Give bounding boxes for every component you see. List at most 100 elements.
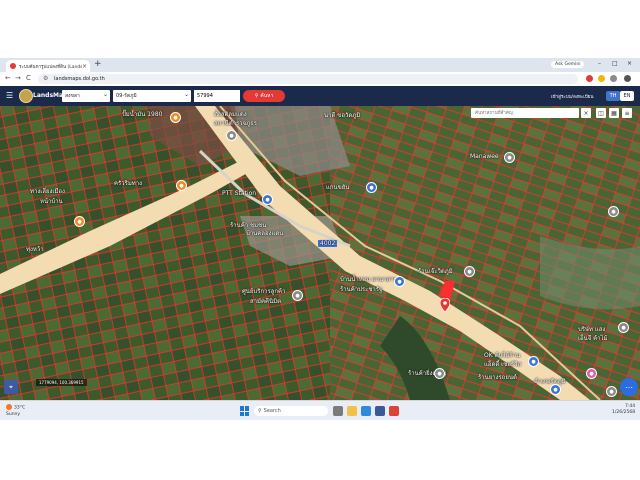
place-icon[interactable]: ● <box>618 322 629 333</box>
compass-icon[interactable]: ⌖ <box>4 380 18 394</box>
map-label: สามัคคีนิมิต <box>250 298 281 305</box>
tab-title: ระบบค้นหารูปแปลงที่ดิน (LandsMaps) <box>19 64 82 70</box>
chevron-down-icon: ⌄ <box>183 91 189 98</box>
shop-icon[interactable]: ● <box>550 384 561 395</box>
satellite-map <box>0 106 640 400</box>
map-label: ร้านเจ๊ะวิดภูมิ <box>418 268 453 275</box>
sun-icon <box>6 404 12 410</box>
parcel-number-input[interactable] <box>194 90 240 102</box>
clock-date: 1/26/2568 <box>612 410 636 415</box>
browser-tab[interactable]: ระบบค้นหารูปแปลงที่ดิน (LandsMaps) × <box>6 60 90 72</box>
ask-gemini-button[interactable]: Ask Gemini <box>551 61 585 68</box>
screenshot-frame: ระบบค้นหารูปแปลงที่ดิน (LandsMaps) × + A… <box>0 58 640 420</box>
login-link[interactable]: เข้าสู่ระบบ/ลงทะเบียน <box>551 93 593 100</box>
road-shield: 4002 <box>318 240 338 247</box>
map-label: บ้านคลองแดน <box>246 230 284 237</box>
map-search-clear-button[interactable]: × <box>581 108 591 118</box>
map-label: ปั๊มน้ำมัน 1980 <box>122 111 163 118</box>
landsmaps-logo <box>19 89 33 103</box>
store-icon[interactable] <box>375 406 385 416</box>
window-close-button[interactable]: × <box>627 60 632 67</box>
map-label: ร้านยางรถยนต์ <box>478 374 517 381</box>
map-label: แอ็ดดี้ เซอร์วิส <box>484 361 522 368</box>
forward-button[interactable]: → <box>15 74 21 82</box>
search-button-label: ค้นหา <box>260 93 274 99</box>
chevron-down-icon: ⌄ <box>102 91 108 98</box>
fuel-icon[interactable]: ● <box>262 194 273 205</box>
address-bar[interactable]: ⚙ landsmaps.dol.go.th <box>38 74 578 84</box>
menu-icon[interactable]: ☰ <box>6 91 13 100</box>
browser-toolbar: ← → C ⚙ landsmaps.dol.go.th <box>0 72 640 87</box>
edge-icon[interactable] <box>361 406 371 416</box>
taskbar-search-placeholder: Search <box>263 408 281 414</box>
clock-time: 7:44 <box>624 404 636 409</box>
back-button[interactable]: ← <box>5 74 11 82</box>
profile-avatar[interactable] <box>610 75 617 82</box>
map-label: ทุ่งหว้า <box>26 246 44 253</box>
map-label: หน้าบ้าน <box>40 198 63 205</box>
shop-icon[interactable]: ● <box>586 368 597 379</box>
search-icon: ⚲ <box>254 93 259 99</box>
province-select-value: สงขลา <box>65 93 80 99</box>
extension-icon[interactable] <box>598 75 605 82</box>
weather-desc: Sunny <box>6 411 21 417</box>
system-clock[interactable]: 7:44 1/26/2568 <box>612 404 635 416</box>
coordinate-readout: 1779094, 100.369915 <box>36 379 87 386</box>
restaurant-icon[interactable]: ● <box>74 216 85 227</box>
layers-toggle-icon[interactable]: ≡ <box>622 108 632 118</box>
map-canvas[interactable]: × ◫ ▦ ≡ ปั๊มน้ำมัน 1980 ตั้งสติลมแดง สถา… <box>0 106 640 400</box>
map-label: ครัวริมทาง <box>114 180 143 187</box>
province-select[interactable]: สงขลา ⌄ <box>62 90 110 102</box>
shop-icon[interactable]: ● <box>528 356 539 367</box>
shop-icon[interactable]: ● <box>394 276 405 287</box>
chrome-icon[interactable] <box>389 406 399 416</box>
windows-taskbar: 33°C Sunny ⚲ Search 7:44 1/26/2568 <box>0 400 640 420</box>
place-icon[interactable]: ● <box>434 368 445 379</box>
location-pin-icon[interactable] <box>440 298 450 312</box>
search-button[interactable]: ⚲ ค้นหา <box>243 90 285 102</box>
extension-icon[interactable] <box>586 75 593 82</box>
app-header: ☰ LandsMaps สงขลา ⌄ 09-รัตภูมิ ⌄ ⚲ ค้นหา… <box>0 86 640 106</box>
grid-icon[interactable]: ▦ <box>609 108 619 118</box>
browser-tab-bar: ระบบค้นหารูปแปลงที่ดิน (LandsMaps) × + A… <box>0 58 640 72</box>
map-label: อำเภอรัตภูมิ <box>534 378 566 385</box>
weather-widget[interactable]: 33°C Sunny <box>6 404 25 418</box>
restaurant-icon[interactable]: ● <box>176 180 187 191</box>
tab-close-icon[interactable]: × <box>82 63 87 70</box>
place-icon[interactable]: ● <box>606 386 617 397</box>
map-label: เอ็นจี ค้าไม้ <box>578 335 608 342</box>
lang-th-button[interactable]: TH <box>606 91 620 101</box>
browser-menu-icon[interactable] <box>624 75 631 82</box>
map-search-input[interactable] <box>471 108 579 118</box>
place-icon[interactable]: ● <box>226 130 237 141</box>
district-select-value: 09-รัตภูมิ <box>116 93 137 99</box>
school-icon[interactable]: ● <box>292 290 303 301</box>
file-explorer-icon[interactable] <box>347 406 357 416</box>
map-label: ร้านค้าประชารัฐ <box>340 286 383 293</box>
reload-button[interactable]: C <box>26 74 31 82</box>
window-minimize-button[interactable]: – <box>598 60 601 67</box>
new-tab-button[interactable]: + <box>94 59 102 69</box>
map-label: แกนขยัน <box>326 184 350 191</box>
task-view-icon[interactable] <box>333 406 343 416</box>
windows-start-icon[interactable] <box>240 406 250 416</box>
district-select[interactable]: 09-รัตภูมิ ⌄ <box>113 90 191 102</box>
place-icon[interactable]: ● <box>504 152 515 163</box>
more-options-button[interactable]: ⋯ <box>620 378 638 396</box>
layers-icon[interactable]: ◫ <box>596 108 606 118</box>
weather-temp: 33°C <box>14 405 26 411</box>
place-icon[interactable]: ● <box>464 266 475 277</box>
map-label: ทางเลี่ยงเมือง <box>30 188 65 195</box>
lang-en-button[interactable]: EN <box>620 91 634 101</box>
taskbar-search[interactable]: ⚲ Search <box>254 406 328 416</box>
restaurant-icon[interactable]: ● <box>170 112 181 123</box>
search-icon: ⚲ <box>258 408 262 414</box>
map-label: PTT Station <box>222 190 257 197</box>
map-label: บ้านน้ำหอม ผานาสาร <box>340 276 397 283</box>
site-info-icon[interactable]: ⚙ <box>43 75 48 82</box>
place-icon[interactable]: ● <box>608 206 619 217</box>
window-maximize-button[interactable]: □ <box>612 60 618 67</box>
shop-icon[interactable]: ● <box>366 182 377 193</box>
map-label: สถานีตำรวจภูธร <box>214 120 257 127</box>
favicon-icon <box>10 63 16 69</box>
